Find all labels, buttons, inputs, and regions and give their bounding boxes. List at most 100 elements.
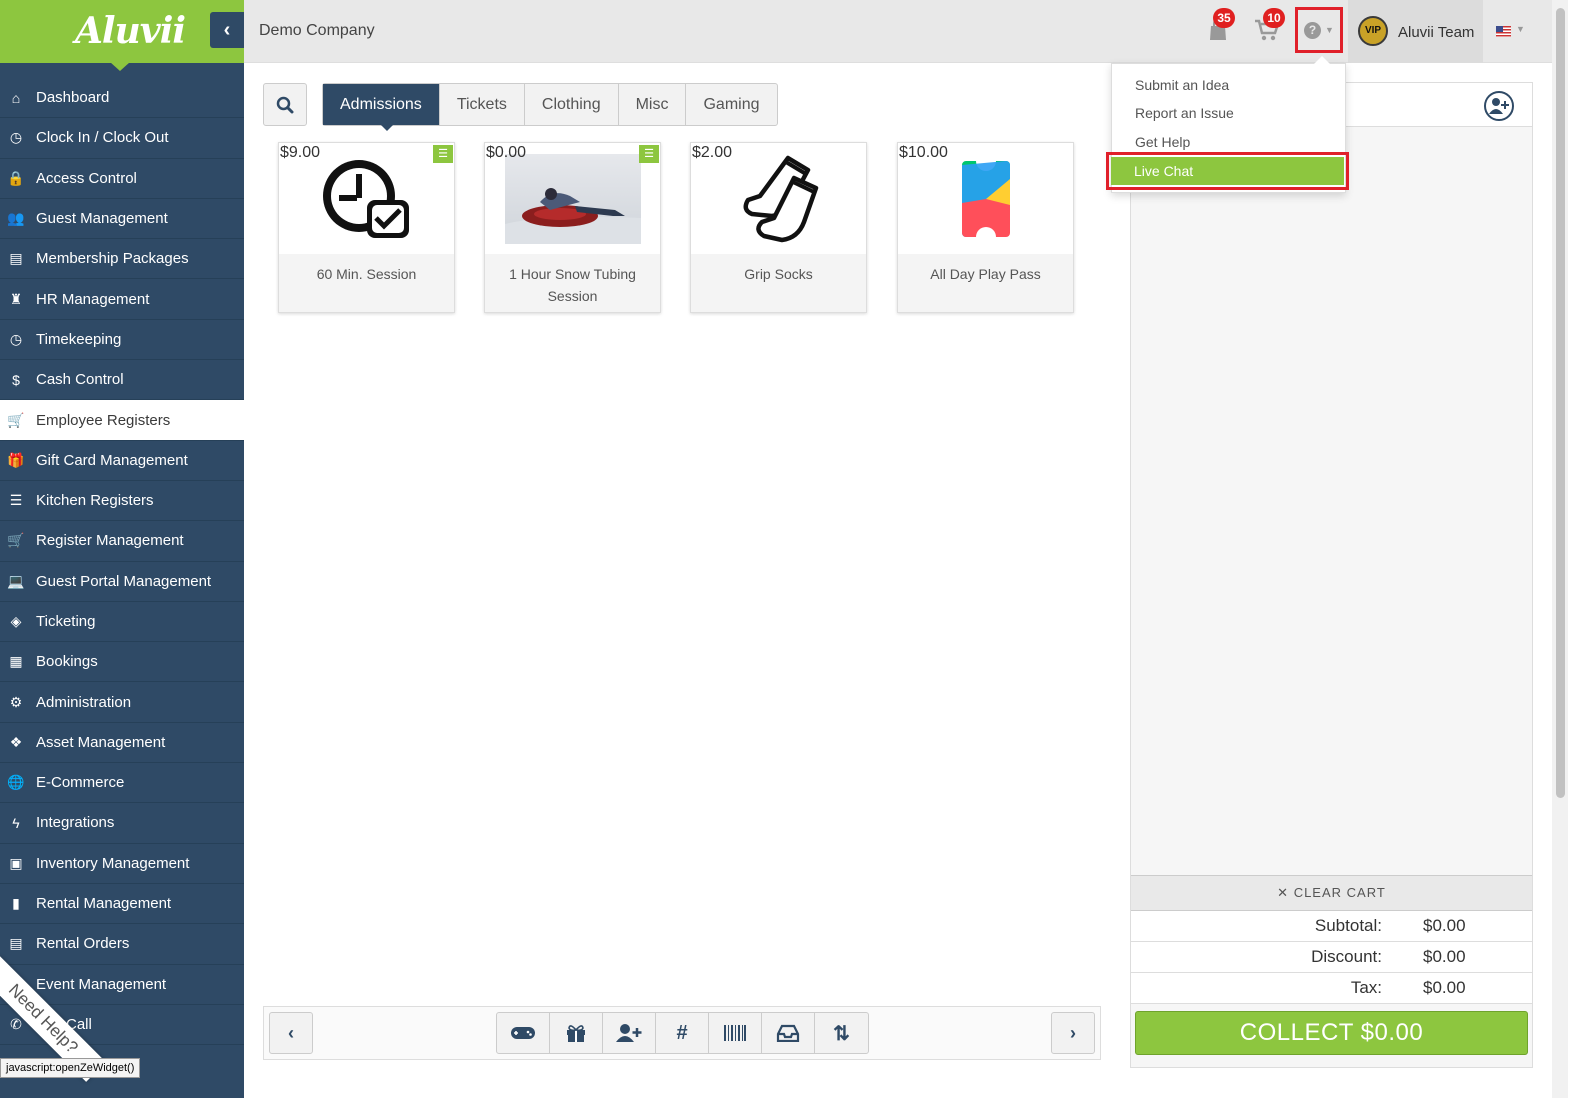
cart-plus-icon: 🛒 <box>7 532 25 549</box>
tax-row: Tax: $0.00 <box>1131 973 1532 1004</box>
sidebar-item-membership-packages[interactable]: ▤ Membership Packages <box>0 239 244 280</box>
add-guest-button[interactable] <box>1484 91 1514 121</box>
sidebar-item-access-control[interactable]: 🔒 Access Control <box>0 159 244 199</box>
home-icon: ⌂ <box>11 89 21 106</box>
sidebar-item-e-commerce[interactable]: 🌐 E-Commerce <box>0 763 244 804</box>
user-menu[interactable]: VIP Aluvii Team <box>1348 0 1483 63</box>
custom-amount-button[interactable]: # <box>656 1013 709 1053</box>
calendar-icon: ▦ <box>9 653 23 670</box>
modifier-sliders-icon: ☰ <box>433 145 453 163</box>
tax-value: $0.00 <box>1423 978 1466 997</box>
clock-check-icon <box>322 159 409 238</box>
clear-cart-button[interactable]: ✕ CLEAR CART <box>1131 875 1532 911</box>
modifier-sliders-icon: ☰ <box>639 145 659 163</box>
product-card[interactable]: $10.00 All Day Play Pass <box>897 142 1074 313</box>
sidebar-item-label: Bookings <box>36 653 98 671</box>
globe-icon: 🌐 <box>7 774 25 791</box>
sidebar-item-label: Kitchen Registers <box>36 492 154 510</box>
product-card[interactable]: $2.00 Grip Socks <box>690 142 867 313</box>
sidebar-item-label: Membership Packages <box>36 250 189 268</box>
clock-icon: ◷ <box>9 330 23 347</box>
sidebar-item-clock-in-clock-out[interactable]: ◷ Clock In / Clock Out <box>0 118 244 159</box>
product-name: 60 Min. Session <box>316 266 417 282</box>
tab-admissions[interactable]: Admissions <box>323 84 440 131</box>
scroll-thumb[interactable] <box>1556 8 1565 798</box>
chevron-left-icon: ‹ <box>288 1022 294 1043</box>
user-plus-icon <box>1489 98 1509 114</box>
sidebar-item-label: Asset Management <box>36 733 166 751</box>
sidebar-item-gift-card-management[interactable]: 🎁 Gift Card Management <box>0 441 244 481</box>
top-bar: Demo Company 35 10 ? ▼ VIP Aluvii Team ▼ <box>244 0 1552 63</box>
sidebar-item-asset-management[interactable]: ❖ Asset Management <box>0 723 244 764</box>
sidebar-item-rental-management[interactable]: ▮ Rental Management <box>0 884 244 925</box>
open-drawer-button[interactable] <box>762 1013 815 1053</box>
laptop-icon: 💻 <box>7 572 25 589</box>
product-card[interactable]: $0.00 ☰ 1 Hour Snow Tubing Session <box>484 142 661 313</box>
sidebar-item-timekeeping[interactable]: ◷ Timekeeping <box>0 320 244 361</box>
user-plus-icon <box>616 1024 642 1042</box>
menu-item-report-issue[interactable]: Report an Issue <box>1135 105 1234 121</box>
barcode-button[interactable] <box>709 1013 762 1053</box>
add-customer-button[interactable] <box>603 1013 656 1053</box>
phone-icon: ✆ <box>10 1015 22 1032</box>
play-pass-icon <box>961 160 1010 237</box>
sidebar-item-label: Guest Portal Management <box>36 572 212 590</box>
book-icon: ▤ <box>9 935 23 952</box>
sidebar-item-employee-registers[interactable]: 🛒 Employee Registers <box>0 400 244 441</box>
sidebar-item-dashboard[interactable]: ⌂ Dashboard <box>0 78 244 119</box>
clock-icon: ◷ <box>9 129 23 146</box>
caret-down-icon[interactable]: ▼ <box>1516 24 1525 34</box>
tab-misc[interactable]: Misc <box>619 84 687 125</box>
logo[interactable]: Aluvii <box>0 0 244 63</box>
chevron-right-icon: › <box>1070 1022 1076 1043</box>
sidebar-item-guest-portal-management[interactable]: 💻 Guest Portal Management <box>0 562 244 602</box>
sidebar-item-administration[interactable]: ⚙ Administration <box>0 682 244 723</box>
sidebar-item-label: Rental Orders <box>36 935 130 953</box>
category-tabs: Admissions Tickets Clothing Misc Gaming <box>322 83 778 131</box>
collect-button[interactable]: COLLECT $0.00 <box>1135 1011 1528 1055</box>
sidebar-item-label: Timekeeping <box>36 330 122 348</box>
cart-badge: 10 <box>1263 8 1285 28</box>
sidebar-item-guest-management[interactable]: 👥 Guest Management <box>0 199 244 240</box>
gift-card-button[interactable] <box>550 1013 603 1053</box>
sidebar-item-label: Integrations <box>36 814 115 832</box>
caret-down-icon: ▼ <box>1325 25 1334 35</box>
sidebar-item-register-management[interactable]: 🛒 Register Management <box>0 521 244 562</box>
page-scrollbar[interactable] <box>1552 0 1568 1098</box>
sidebar-item-label: Inventory Management <box>36 854 190 872</box>
search-button[interactable] <box>263 83 307 126</box>
previous-page-button[interactable]: ‹ <box>269 1012 313 1054</box>
discount-label: Discount: <box>1311 947 1382 966</box>
help-dropdown-toggle[interactable]: ? ▼ <box>1295 7 1343 53</box>
sidebar-item-integrations[interactable]: ϟ Integrations <box>0 803 244 844</box>
gamepad-button[interactable] <box>497 1013 550 1053</box>
tab-tickets[interactable]: Tickets <box>440 84 525 125</box>
sidebar-item-cash-control[interactable]: $ Cash Control <box>0 360 244 401</box>
user-name: Aluvii Team <box>1398 24 1475 41</box>
product-card[interactable]: $9.00 ☰ 60 Min. Session <box>278 142 455 313</box>
menu-item-submit-idea[interactable]: Submit an Idea <box>1135 77 1229 93</box>
sidebar-item-bookings[interactable]: ▦ Bookings <box>0 642 244 683</box>
sort-icon: ⇅ <box>833 1022 850 1045</box>
sidebar-item-hr-management[interactable]: ♜ HR Management <box>0 279 244 320</box>
sidebar-item-inventory-management[interactable]: ▣ Inventory Management <box>0 844 244 884</box>
user-tie-icon: ♜ <box>9 290 23 307</box>
search-icon <box>276 96 294 113</box>
tab-gaming[interactable]: Gaming <box>686 84 776 125</box>
collapse-sidebar-button[interactable]: ‹ <box>210 12 244 48</box>
sort-button[interactable]: ⇅ <box>815 1013 868 1053</box>
next-page-button[interactable]: › <box>1051 1012 1095 1054</box>
sidebar-item-kitchen-registers[interactable]: ☰ Kitchen Registers <box>0 481 244 522</box>
sidebar-item-label: Rental Management <box>36 895 172 913</box>
menu-item-live-chat[interactable]: Live Chat <box>1111 157 1344 185</box>
sidebar-item-rental-orders[interactable]: ▤ Rental Orders <box>0 924 244 965</box>
tab-clothing[interactable]: Clothing <box>525 84 619 125</box>
browser-status-tooltip: javascript:openZeWidget() <box>0 1058 141 1078</box>
gift-icon <box>567 1025 585 1042</box>
gift-icon: 🎁 <box>7 451 25 468</box>
product-price: $9.00 <box>280 144 321 161</box>
sidebar: Aluvii ‹ ⌂ Dashboard ◷ Clock In / Clock Out… <box>0 0 244 1098</box>
menu-item-get-help[interactable]: Get Help <box>1135 134 1190 150</box>
sidebar-item-ticketing[interactable]: ◈ Ticketing <box>0 602 244 643</box>
us-flag-icon[interactable] <box>1496 26 1511 37</box>
